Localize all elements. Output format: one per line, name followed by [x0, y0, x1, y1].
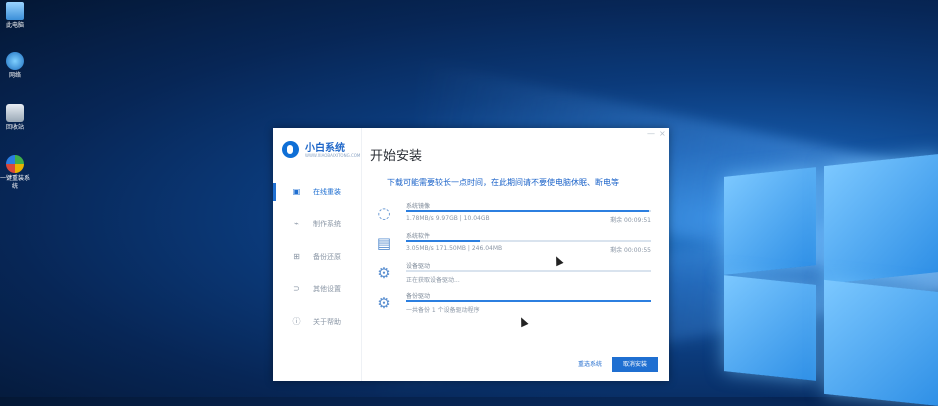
brand-url: WWW.XIAOBAIXITONG.COM [305, 153, 361, 158]
info-icon: ⓘ [292, 317, 301, 326]
close-button[interactable]: × [659, 129, 666, 138]
task-detail: 正在获取设备驱动... [406, 277, 460, 284]
brand-name: 小白系统 [305, 143, 345, 154]
task-name: 系统软件 [406, 233, 431, 240]
windows-logo-pane [824, 153, 938, 285]
brand-logo: 小白系统 WWW.XIAOBAIXITONG.COM [282, 139, 362, 161]
task-detail: 一共备份 1 个设备驱动程序 [406, 307, 480, 314]
download-icon: ◌ [377, 204, 391, 222]
recycle-bin-icon [6, 104, 24, 122]
task-system-software: ▤ 系统软件 3.05MB/s 171.50MB | 246.04MB 剩余 0… [375, 231, 655, 263]
windows-logo-pane [724, 167, 816, 275]
settings-icon: ⊃ [293, 284, 300, 293]
reselect-system-button[interactable]: 重选系统 [570, 357, 610, 372]
reinstall-app-icon [6, 155, 24, 173]
backup-icon: ⊞ [293, 252, 300, 261]
desktop-icon-network[interactable]: 网络 [0, 52, 30, 80]
task-detail: 1.78MB/s 9.97GB | 10.04GB [406, 215, 490, 222]
task-name: 设备驱动 [406, 263, 431, 270]
network-icon [6, 52, 24, 70]
progress-track [406, 270, 651, 272]
desktop-icon-this-pc[interactable]: 此电脑 [0, 2, 30, 30]
gear-icon: ⚙ [377, 294, 391, 312]
sidebar-item-other-settings[interactable]: ⊃ 其他设置 [273, 278, 361, 300]
gear-icon: ⚙ [377, 264, 391, 282]
progress-fill [406, 300, 651, 302]
sidebar-item-make-system[interactable]: ⌁ 制作系统 [273, 213, 361, 235]
sidebar-item-online-reinstall[interactable]: ▣ 在线重装 [273, 181, 361, 203]
brand-mark-icon [282, 141, 299, 158]
task-remaining: 剩余 00:09:51 [610, 217, 651, 224]
task-backup-driver: ⚙ 备份驱动 一共备份 1 个设备驱动程序 [375, 291, 655, 323]
sidebar-item-backup-restore[interactable]: ⊞ 备份还原 [273, 246, 361, 268]
sidebar-item-label: 在线重装 [313, 188, 341, 196]
task-name: 系统镜像 [406, 203, 431, 210]
desktop-icon-label: 网络 [8, 72, 21, 79]
sidebar-item-label: 备份还原 [313, 253, 341, 261]
minimize-button[interactable]: — [647, 129, 655, 138]
desktop-icon-label: 一键重装系统 [0, 175, 31, 190]
sidebar-item-label: 制作系统 [313, 220, 341, 228]
sidebar-item-label: 关于帮助 [313, 318, 341, 326]
progress-track [406, 300, 651, 302]
task-device-driver: ⚙ 设备驱动 正在获取设备驱动... [375, 261, 655, 293]
task-name: 备份驱动 [406, 293, 431, 300]
installer-window: 小白系统 WWW.XIAOBAIXITONG.COM ▣ 在线重装 ⌁ 制作系统… [273, 128, 669, 381]
sidebar-item-about-help[interactable]: ⓘ 关于帮助 [273, 311, 361, 333]
progress-track [406, 240, 651, 242]
task-remaining: 剩余 00:00:55 [610, 247, 651, 254]
download-notice: 下载可能需要较长一点时间，在此期间请不要使电脑休眠、断电等 [387, 178, 619, 187]
file-icon: ▤ [376, 234, 392, 252]
windows-logo-pane [824, 279, 938, 406]
task-system-image: ◌ 系统镜像 1.78MB/s 9.97GB | 10.04GB 剩余 00:0… [375, 201, 655, 233]
windows-logo-pane [724, 275, 816, 381]
desktop-icon-reinstall-app[interactable]: 一键重装系统 [0, 155, 30, 191]
sidebar-item-label: 其他设置 [313, 285, 341, 293]
desktop-icon-label: 此电脑 [5, 22, 24, 29]
computer-icon [6, 2, 24, 20]
progress-fill [406, 240, 480, 242]
progress-fill [406, 210, 649, 212]
task-detail: 3.05MB/s 171.50MB | 246.04MB [406, 245, 503, 252]
sidebar: 小白系统 WWW.XIAOBAIXITONG.COM ▣ 在线重装 ⌁ 制作系统… [273, 128, 362, 381]
desktop-icon-label: 回收站 [5, 124, 24, 131]
cancel-install-button[interactable]: 取消安装 [612, 357, 658, 372]
usb-icon: ⌁ [294, 219, 299, 228]
progress-track [406, 210, 651, 212]
monitor-icon: ▣ [292, 187, 301, 196]
desktop-icon-recycle-bin[interactable]: 回收站 [0, 104, 30, 132]
page-title: 开始安装 [370, 149, 423, 164]
